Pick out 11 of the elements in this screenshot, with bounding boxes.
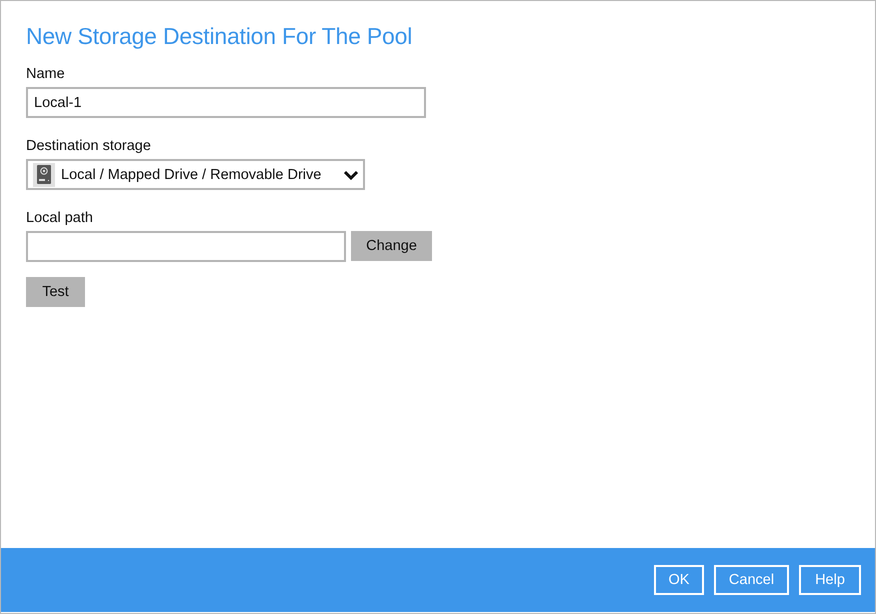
name-field[interactable]: Local-1 <box>26 87 426 118</box>
change-button[interactable]: Change <box>351 231 432 261</box>
hard-drive-icon <box>33 162 55 186</box>
field-label: Local path <box>26 210 93 226</box>
field-label: Destination storage <box>26 138 151 154</box>
local-path-field[interactable] <box>26 231 346 262</box>
storage-dropdown[interactable]: Local / Mapped Drive / Removable Drive <box>26 159 365 190</box>
field-label: Name <box>26 66 65 82</box>
dialog-title: New Storage Destination For The Pool <box>26 23 412 50</box>
chevron-down-icon <box>344 170 358 180</box>
test-button[interactable]: Test <box>26 277 85 307</box>
